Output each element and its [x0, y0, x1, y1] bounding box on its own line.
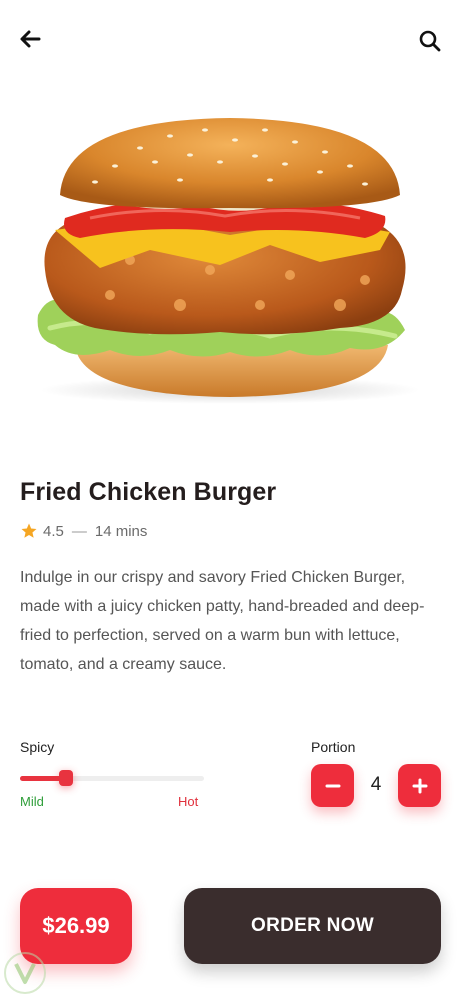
top-bar: [0, 0, 461, 80]
search-icon: [419, 30, 441, 52]
portion-value: 4: [370, 774, 382, 795]
minus-icon: [325, 784, 340, 787]
arrow-left-icon: [20, 30, 41, 48]
burger-illustration: [37, 118, 420, 404]
portion-label: Portion: [311, 739, 356, 755]
leaf-logo-icon: [4, 952, 46, 994]
watermark-logo: [2, 950, 48, 996]
product-description: Indulge in our crispy and savory Fried C…: [20, 569, 425, 673]
plus-icon: [412, 778, 427, 793]
meta-separator: —: [71, 522, 87, 540]
prep-time: 14 mins: [94, 522, 148, 540]
decrease-portion-button[interactable]: [311, 764, 354, 807]
slider-thumb[interactable]: [59, 770, 73, 786]
back-button[interactable]: [10, 19, 50, 59]
star-icon: [21, 523, 37, 538]
search-button[interactable]: [410, 21, 450, 61]
product-title: Fried Chicken Burger: [20, 478, 277, 506]
rating-value: 4.5: [43, 522, 64, 540]
spicy-slider[interactable]: [20, 769, 204, 787]
spicy-hot-label: Hot: [178, 794, 199, 809]
order-now-button[interactable]: ORDER NOW: [184, 888, 441, 964]
spicy-mild-label: Mild: [20, 794, 44, 809]
product-image: [20, 100, 440, 410]
spicy-label: Spicy: [20, 739, 55, 755]
increase-portion-button[interactable]: [398, 764, 441, 807]
product-meta: 4.5 — 14 mins: [20, 520, 147, 542]
